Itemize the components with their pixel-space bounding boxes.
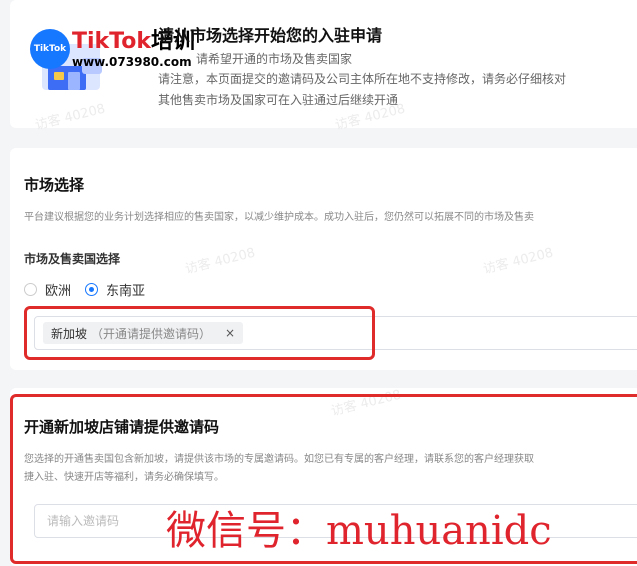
- market-section-title: 市场选择: [24, 176, 85, 194]
- radio-europe[interactable]: 欧洲: [24, 280, 71, 299]
- header-line-2: 请注意，本页面提交的邀请码及公司主体所在地不支持修改，请务必仔细核对: [158, 72, 567, 86]
- radio-checked-icon[interactable]: [85, 283, 99, 296]
- market-field-label: 市场及售卖国选择: [24, 252, 121, 266]
- radio-label: 东南亚: [106, 284, 146, 299]
- tiktok-logo-icon: TikTok: [30, 29, 70, 69]
- wechat-overlay-text: 微信号：muhuanidc: [166, 508, 552, 554]
- header-line-3: 其他售卖市场及国家可在入驻通过后继续开通: [158, 93, 399, 107]
- page-title: 请从市场选择开始您的入驻申请: [158, 26, 383, 45]
- radio-label: 欧洲: [45, 284, 72, 299]
- highlight-box: [24, 306, 375, 360]
- radio-southeast-asia[interactable]: 东南亚: [85, 280, 145, 299]
- market-radio-group: 欧洲 东南亚: [24, 280, 159, 299]
- header-line-1: 请希望开通的市场及售卖国家: [196, 52, 353, 66]
- market-section-desc: 平台建议根据您的业务计划选择相应的售卖国家，以减少维护成本。成功入驻后，您仍然可…: [24, 212, 534, 223]
- radio-unchecked-icon[interactable]: [24, 283, 37, 296]
- brand-url: www.073980.com: [72, 54, 192, 69]
